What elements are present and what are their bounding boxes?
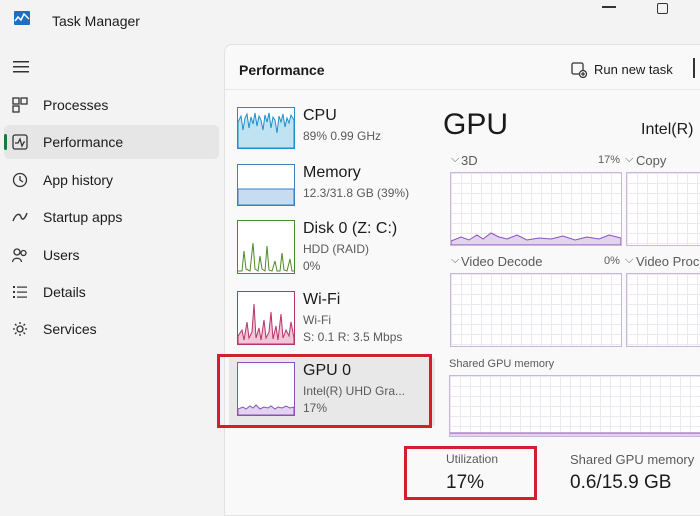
maximize-button[interactable]	[657, 3, 668, 14]
device-detail: Wi-Fi	[303, 313, 331, 327]
engine-label[interactable]: Copy	[636, 153, 666, 168]
wifi-thumbnail	[237, 291, 295, 345]
engine-label[interactable]: Video Proc	[636, 254, 699, 269]
more-options-icon[interactable]	[693, 58, 695, 78]
engine-percent: 17%	[598, 154, 621, 166]
services-icon	[13, 322, 27, 336]
engine-3d-graph	[450, 172, 622, 246]
nav-item-app-history[interactable]: App history	[4, 163, 219, 197]
run-new-task-button[interactable]: Run new task	[594, 62, 673, 77]
nav-label: Performance	[43, 134, 124, 150]
memory-thumbnail	[237, 164, 295, 206]
device-detail: 89% 0.99 GHz	[303, 129, 382, 143]
nav-item-services[interactable]: Services	[4, 312, 219, 346]
task-manager-icon	[14, 11, 30, 25]
startup-icon	[12, 212, 28, 222]
engine-dropdown-chevron-icon[interactable]: ⌵	[451, 254, 459, 267]
gpu-detail-title: GPU	[443, 108, 509, 141]
engine-label[interactable]: 3D	[461, 153, 478, 168]
header-divider	[225, 89, 700, 90]
device-item-disk[interactable]: Disk 0 (Z: C:) HDD (RAID) 0%	[229, 220, 435, 288]
nav-label: Users	[43, 247, 80, 263]
wifi-sparkline	[237, 303, 295, 345]
history-icon	[12, 172, 28, 188]
nav-label: Processes	[43, 97, 109, 113]
shared-gpu-memory-graph	[449, 375, 700, 437]
shared-gpu-memory-trace	[450, 432, 700, 436]
cpu-sparkline	[237, 112, 295, 149]
cpu-thumbnail	[237, 107, 295, 149]
shared-gpu-memory-value: 0.6/15.9 GB	[570, 472, 672, 493]
performance-icon	[12, 134, 28, 150]
nav-item-performance[interactable]: Performance	[4, 125, 219, 159]
device-name: Memory	[303, 164, 361, 181]
hamburger-menu-icon[interactable]	[13, 60, 29, 74]
shared-gpu-memory-label: Shared GPU memory	[570, 452, 695, 467]
disk-sparkline	[238, 242, 294, 272]
engine-copy-graph	[626, 172, 700, 246]
device-name: Disk 0 (Z: C:)	[303, 220, 398, 237]
device-item-wifi[interactable]: Wi-Fi Wi-Fi S: 0.1 R: 3.5 Mbps	[229, 291, 435, 359]
window-title: Task Manager	[52, 13, 140, 29]
engine-dropdown-chevron-icon[interactable]: ⌵	[625, 153, 633, 166]
active-indicator	[4, 134, 7, 150]
processes-icon	[12, 97, 28, 113]
utilization-highlight	[404, 446, 537, 500]
device-detail: 0%	[303, 259, 321, 273]
engine-3d-trace	[451, 232, 621, 245]
engine-label[interactable]: Video Decode	[461, 254, 542, 269]
page-title: Performance	[239, 62, 325, 78]
disk-thumbnail	[237, 220, 295, 274]
device-detail: 12.3/31.8 GB (39%)	[303, 186, 410, 200]
device-name: CPU	[303, 107, 337, 124]
nav-label: Startup apps	[43, 209, 123, 225]
gpu-selection-highlight	[217, 354, 432, 428]
nav-label: Services	[43, 321, 97, 337]
nav-item-users[interactable]: Users	[4, 238, 219, 272]
memory-sparkline	[237, 188, 295, 206]
nav-item-details[interactable]: Details	[4, 275, 219, 309]
engine-video-decode-graph	[450, 273, 622, 347]
engine-dropdown-chevron-icon[interactable]: ⌵	[625, 254, 633, 267]
device-detail: HDD (RAID)	[303, 242, 369, 256]
minimize-button[interactable]	[602, 6, 616, 8]
engine-dropdown-chevron-icon[interactable]: ⌵	[451, 153, 459, 166]
engine-percent: 0%	[604, 255, 620, 267]
nav-item-startup-apps[interactable]: Startup apps	[4, 200, 219, 234]
run-new-task-icon	[571, 62, 587, 78]
device-detail: S: 0.1 R: 3.5 Mbps	[303, 330, 403, 344]
engine-video-processing-graph	[626, 273, 700, 347]
gpu-model-name: Intel(R)	[641, 121, 694, 138]
shared-gpu-memory-graph-label: Shared GPU memory	[449, 358, 555, 370]
nav-label: App history	[43, 172, 114, 188]
users-icon	[12, 248, 27, 263]
details-icon	[13, 286, 27, 298]
nav-label: Details	[43, 284, 86, 300]
nav-item-processes[interactable]: Processes	[4, 88, 219, 122]
device-name: Wi-Fi	[303, 291, 341, 308]
